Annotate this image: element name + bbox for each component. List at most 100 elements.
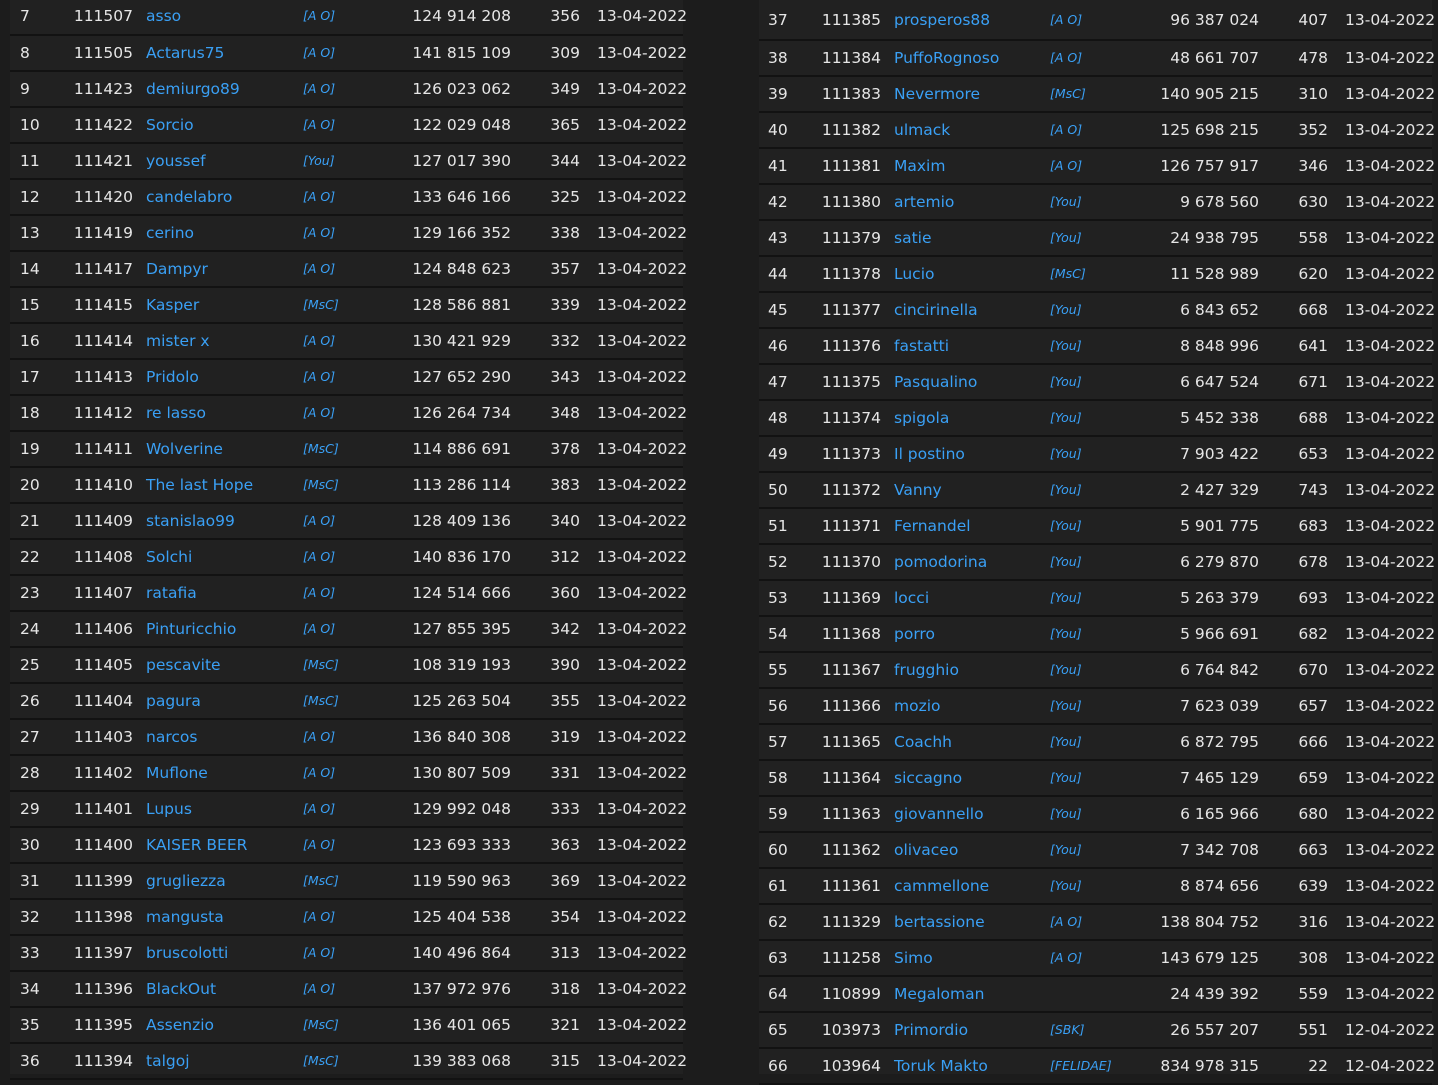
player-link[interactable]: cammellone <box>894 877 989 895</box>
player-link[interactable]: asso <box>146 7 181 25</box>
player-link[interactable]: Lupus <box>146 800 192 818</box>
player-link[interactable]: pagura <box>146 692 201 710</box>
alliance-tag-link[interactable]: [You] <box>1050 293 1082 327</box>
player-link[interactable]: Primordio <box>894 1021 968 1039</box>
alliance-tag-link[interactable]: [You] <box>1050 401 1082 435</box>
alliance-tag-link[interactable]: [You] <box>1050 653 1082 687</box>
alliance-tag-link[interactable]: [A O] <box>303 360 335 394</box>
player-link[interactable]: Pridolo <box>146 368 199 386</box>
alliance-tag-link[interactable]: [MsC] <box>303 684 339 718</box>
alliance-tag-link[interactable]: [You] <box>1050 833 1082 867</box>
alliance-tag-link[interactable]: [MsC] <box>303 1008 339 1042</box>
player-link[interactable]: Simo <box>894 949 933 967</box>
alliance-tag-link[interactable]: [A O] <box>1050 41 1082 75</box>
alliance-tag-link[interactable]: [MsC] <box>303 648 339 682</box>
player-link[interactable]: grugliezza <box>146 872 226 890</box>
alliance-tag-link[interactable]: [A O] <box>303 396 335 430</box>
alliance-tag-link[interactable]: [A O] <box>303 72 335 106</box>
alliance-tag-link[interactable]: [A O] <box>303 936 335 970</box>
alliance-tag-link[interactable]: [A O] <box>303 36 335 70</box>
alliance-tag-link[interactable]: [A O] <box>303 900 335 934</box>
alliance-tag-link[interactable]: [You] <box>1050 185 1082 219</box>
alliance-tag-link[interactable]: [You] <box>1050 545 1082 579</box>
alliance-tag-link[interactable]: [MsC] <box>303 288 339 322</box>
alliance-tag-link[interactable]: [A O] <box>303 972 335 1006</box>
player-link[interactable]: talgoj <box>146 1052 190 1070</box>
player-link[interactable]: candelabro <box>146 188 232 206</box>
alliance-tag-link[interactable]: [MsC] <box>303 468 339 502</box>
alliance-tag-link[interactable]: [A O] <box>303 504 335 538</box>
alliance-tag-link[interactable]: [MsC] <box>1050 257 1086 291</box>
player-link[interactable]: cincirinella <box>894 301 978 319</box>
alliance-tag-link[interactable]: [A O] <box>303 756 335 790</box>
player-link[interactable]: narcos <box>146 728 197 746</box>
player-link[interactable]: Maxim <box>894 157 945 175</box>
alliance-tag-link[interactable]: [A O] <box>303 612 335 646</box>
player-link[interactable]: fastatti <box>894 337 949 355</box>
player-link[interactable]: ratafia <box>146 584 197 602</box>
player-link[interactable]: artemio <box>894 193 954 211</box>
alliance-tag-link[interactable]: [You] <box>1050 689 1082 723</box>
player-link[interactable]: pomodorina <box>894 553 987 571</box>
player-link[interactable]: Sorcio <box>146 116 194 134</box>
player-link[interactable]: Il postino <box>894 445 965 463</box>
player-link[interactable]: spigola <box>894 409 949 427</box>
alliance-tag-link[interactable]: [You] <box>1050 797 1082 831</box>
alliance-tag-link[interactable]: [MsC] <box>303 1044 339 1078</box>
alliance-tag-link[interactable]: [A O] <box>303 180 335 214</box>
player-link[interactable]: Pasqualino <box>894 373 977 391</box>
player-link[interactable]: Muflone <box>146 764 208 782</box>
player-link[interactable]: Nevermore <box>894 85 980 103</box>
player-link[interactable]: Coachh <box>894 733 952 751</box>
player-link[interactable]: Kasper <box>146 296 199 314</box>
player-link[interactable]: Pinturicchio <box>146 620 236 638</box>
player-link[interactable]: mangusta <box>146 908 224 926</box>
player-link[interactable]: Assenzio <box>146 1016 214 1034</box>
alliance-tag-link[interactable]: [A O] <box>1050 941 1082 975</box>
player-link[interactable]: bruscolotti <box>146 944 228 962</box>
player-link[interactable]: mozio <box>894 697 941 715</box>
player-link[interactable]: olivaceo <box>894 841 958 859</box>
alliance-tag-link[interactable]: [A O] <box>303 576 335 610</box>
alliance-tag-link[interactable]: [A O] <box>303 216 335 250</box>
alliance-tag-link[interactable]: [A O] <box>1050 149 1082 183</box>
player-link[interactable]: frugghio <box>894 661 959 679</box>
alliance-tag-link[interactable]: [You] <box>1050 221 1082 255</box>
alliance-tag-link[interactable]: [A O] <box>303 324 335 358</box>
player-link[interactable]: KAISER BEER <box>146 836 247 854</box>
alliance-tag-link[interactable]: [A O] <box>303 108 335 142</box>
player-link[interactable]: porro <box>894 625 935 643</box>
player-link[interactable]: Vanny <box>894 481 942 499</box>
alliance-tag-link[interactable]: [You] <box>1050 329 1082 363</box>
player-link[interactable]: Megaloman <box>894 985 984 1003</box>
player-link[interactable]: The last Hope <box>146 476 253 494</box>
player-link[interactable]: Actarus75 <box>146 44 224 62</box>
alliance-tag-link[interactable]: [You] <box>1050 725 1082 759</box>
alliance-tag-link[interactable]: [You] <box>1050 365 1082 399</box>
player-link[interactable]: bertassione <box>894 913 985 931</box>
alliance-tag-link[interactable]: [You] <box>1050 581 1082 615</box>
alliance-tag-link[interactable]: [A O] <box>1050 905 1082 939</box>
player-link[interactable]: Fernandel <box>894 517 971 535</box>
player-link[interactable]: Dampyr <box>146 260 208 278</box>
player-link[interactable]: Lucio <box>894 265 935 283</box>
alliance-tag-link[interactable]: [You] <box>1050 761 1082 795</box>
alliance-tag-link[interactable]: [A O] <box>1050 0 1082 41</box>
player-link[interactable]: Wolverine <box>146 440 223 458</box>
player-link[interactable]: siccagno <box>894 769 962 787</box>
alliance-tag-link[interactable]: [SBK] <box>1050 1013 1084 1047</box>
player-link[interactable]: stanislao99 <box>146 512 235 530</box>
alliance-tag-link[interactable]: [You] <box>1050 473 1082 507</box>
player-link[interactable]: demiurgo89 <box>146 80 240 98</box>
alliance-tag-link[interactable]: [MsC] <box>1050 77 1086 111</box>
player-link[interactable]: locci <box>894 589 929 607</box>
player-link[interactable]: re lasso <box>146 404 206 422</box>
alliance-tag-link[interactable]: [A O] <box>303 540 335 574</box>
player-link[interactable]: cerino <box>146 224 194 242</box>
player-link[interactable]: mister x <box>146 332 210 350</box>
alliance-tag-link[interactable]: [MsC] <box>303 432 339 466</box>
player-link[interactable]: Solchi <box>146 548 192 566</box>
alliance-tag-link[interactable]: [A O] <box>303 792 335 826</box>
alliance-tag-link[interactable]: [MsC] <box>303 864 339 898</box>
alliance-tag-link[interactable]: [You] <box>1050 437 1082 471</box>
